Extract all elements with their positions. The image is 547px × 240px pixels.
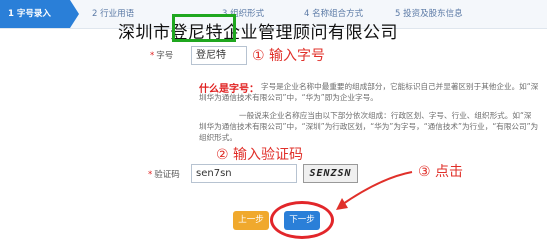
- step-arrow: [70, 0, 79, 28]
- name-field-label: * 字号: [150, 49, 173, 61]
- annotation-enter-name: ① 输入字号: [252, 48, 326, 64]
- prev-step-button[interactable]: 上一步: [233, 211, 269, 230]
- arrow-icon: [336, 171, 413, 210]
- captcha-label-text: 验证码: [154, 170, 180, 180]
- name-composition-text: 一般说来企业名称应当由以下部分依次组成：行政区划、字号、行业、组织形式。如“深圳…: [199, 111, 539, 142]
- what-is-name-text: 字号是企业名称中最重要的组成部分，它能标识自己并显著区别于其他企业。如“深圳华为…: [199, 82, 539, 102]
- annotation-click: ③ 点击: [418, 164, 464, 180]
- highlight-ring: [270, 201, 334, 239]
- captcha-input[interactable]: sen7sn: [191, 164, 297, 183]
- name-input[interactable]: 登尼特: [191, 46, 247, 65]
- highlight-box: [172, 14, 236, 42]
- company-name-overlay: 深圳市登尼特企业管理顾问有限公司: [118, 23, 398, 43]
- required-mark: *: [148, 170, 153, 180]
- required-mark: *: [150, 51, 155, 61]
- step-1[interactable]: 1 字号录入: [0, 0, 70, 28]
- annotation-enter-captcha: ② 输入验证码: [216, 147, 304, 163]
- name-label-text: 字号: [156, 51, 174, 61]
- captcha-field-label: * 验证码: [148, 168, 180, 180]
- step-5[interactable]: 5 投资及股东信息: [395, 0, 463, 28]
